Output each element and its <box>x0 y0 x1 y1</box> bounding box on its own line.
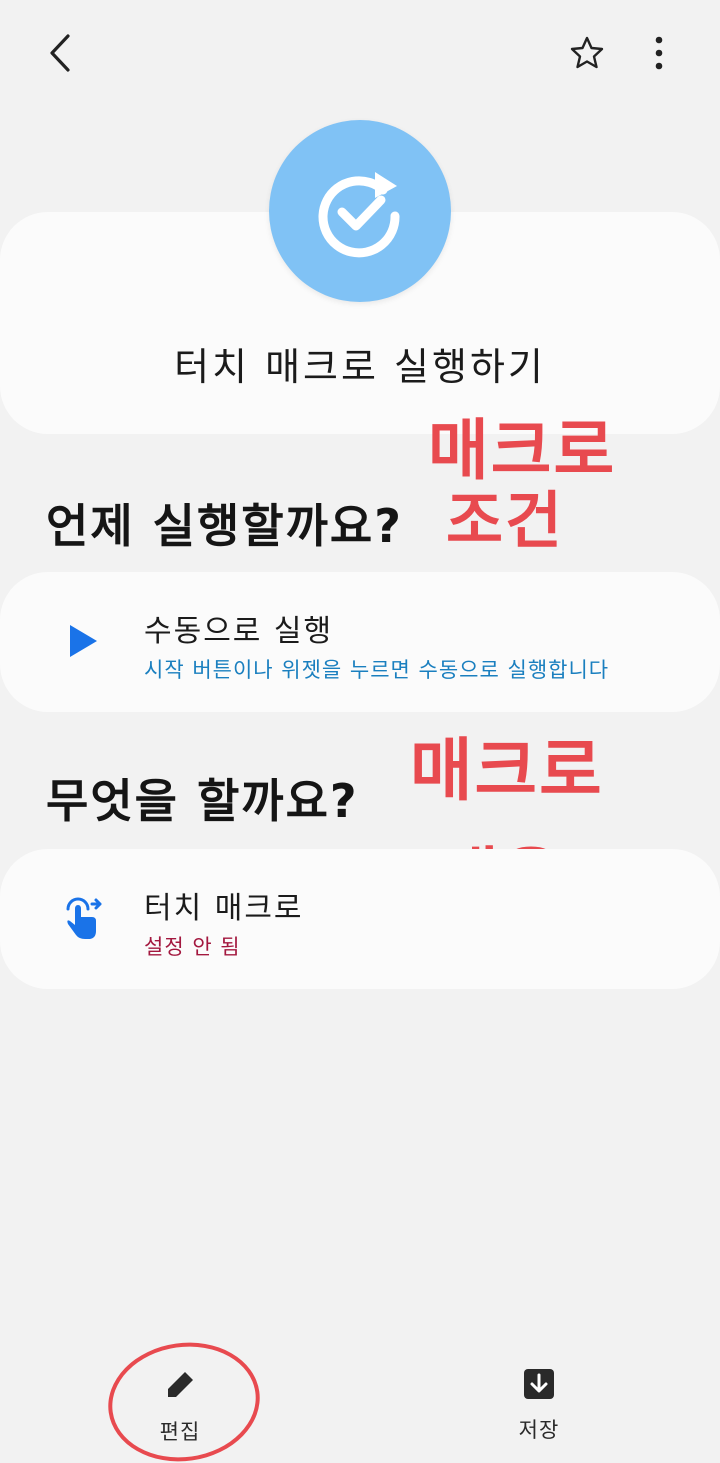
refresh-check-icon <box>318 172 400 258</box>
annotation-condition-line2: 조건 <box>446 484 565 557</box>
when-section-title: 언제 실행할까요? <box>46 499 403 553</box>
macro-app-icon <box>269 120 451 302</box>
save-label: 저장 <box>518 1418 560 1442</box>
what-section-title: 무엇을 할까요? <box>46 774 359 828</box>
more-options-button[interactable] <box>634 26 684 80</box>
back-button[interactable] <box>32 26 86 80</box>
download-save-icon <box>524 1369 554 1399</box>
trigger-icon-wrap <box>58 616 108 666</box>
top-app-bar <box>0 0 720 110</box>
macro-detail-screen: 터치 매크로 실행하기 매크로 조건 언제 실행할까요? 수동으로 실행 시작 … <box>0 0 720 1463</box>
annotation-content-line1: 매크로 <box>410 732 604 811</box>
trigger-description: 시작 버튼이나 위젯을 누르면 수동으로 실행합니다 <box>144 658 610 682</box>
edit-label: 편집 <box>159 1420 201 1444</box>
edit-button[interactable]: 편집 <box>110 1368 250 1446</box>
touch-gesture-icon <box>66 897 102 939</box>
action-icon-wrap <box>58 893 108 943</box>
play-icon <box>70 625 97 657</box>
annotation-condition-line1: 매크로 <box>428 412 617 489</box>
macro-title[interactable]: 터치 매크로 실행하기 <box>0 336 720 391</box>
more-vertical-icon <box>655 36 663 70</box>
action-status: 설정 안 됨 <box>144 935 241 959</box>
pencil-icon <box>168 1372 193 1397</box>
chevron-left-icon <box>50 34 70 72</box>
action-title: 터치 매크로 <box>144 891 304 926</box>
trigger-card[interactable]: 수동으로 실행 시작 버튼이나 위젯을 누르면 수동으로 실행합니다 <box>0 572 720 712</box>
favorite-button[interactable] <box>560 26 614 80</box>
star-outline-icon <box>570 36 604 69</box>
trigger-title: 수동으로 실행 <box>144 614 334 649</box>
save-button[interactable]: 저장 <box>469 1368 609 1444</box>
action-card[interactable]: 터치 매크로 설정 안 됨 <box>0 849 720 989</box>
